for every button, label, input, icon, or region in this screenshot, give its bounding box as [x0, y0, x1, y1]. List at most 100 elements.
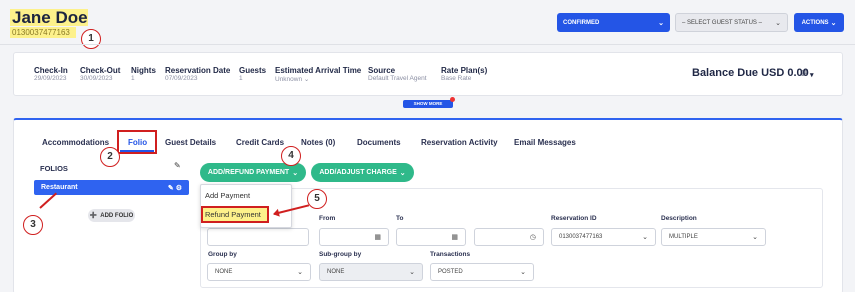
actions-button[interactable]: ACTIONS ⌄	[794, 13, 844, 32]
folio-item-restaurant[interactable]: Restaurant ✎ ⚙	[34, 180, 189, 195]
transactions-select[interactable]: POSTED ⌄	[430, 263, 534, 281]
description-select[interactable]: MULTIPLE ⌄	[661, 228, 766, 246]
folios-heading: FOLIOS	[40, 164, 68, 173]
chevron-down-icon: ⌄	[752, 234, 758, 241]
description-value: MULTIPLE	[669, 234, 698, 240]
field-label: Nights	[131, 66, 156, 75]
active-tab-underline	[120, 150, 154, 152]
pencil-icon[interactable]: ✎	[168, 185, 174, 192]
field-label: Estimated Arrival Time	[275, 66, 362, 75]
callout-1: 1	[81, 29, 101, 49]
summary-check-in: Check-In 29/09/2023	[34, 66, 68, 82]
field-label: Check-Out	[80, 66, 121, 75]
chevron-down-icon: ⌄	[409, 269, 415, 276]
guest-status-select[interactable]: – SELECT GUEST STATUS – ⌄	[675, 13, 788, 32]
plus-icon: ➕	[89, 213, 98, 219]
tab-folio[interactable]: Folio	[128, 138, 147, 147]
chevron-down-icon: ▾	[808, 72, 814, 79]
tab-notes[interactable]: Notes (0)	[301, 138, 335, 147]
time-input[interactable]: ◷	[474, 228, 544, 246]
summary-guests: Guests 1	[239, 66, 266, 82]
reservation-status-select[interactable]: CONFIRMED ⌄	[557, 13, 670, 32]
chevron-down-icon: ⌄	[297, 269, 303, 276]
field-label: Reservation Date	[165, 66, 231, 75]
field-value: 1	[239, 75, 243, 82]
from-label: From	[319, 215, 336, 222]
pencil-icon[interactable]: ✎	[174, 161, 181, 170]
chevron-down-icon: ⌄	[642, 234, 648, 241]
chevron-down-icon: ⌄	[292, 169, 299, 177]
description-label: Description	[661, 215, 697, 222]
field-value: Unknown ⌄	[275, 76, 310, 83]
menu-item-add-payment[interactable]: Add Payment	[205, 191, 250, 200]
transactions-value: POSTED	[438, 269, 463, 275]
reservation-id-value: 0130037477163	[559, 234, 603, 240]
calendar-icon[interactable]: ▦	[374, 233, 381, 241]
transactions-label: Transactions	[430, 251, 471, 258]
clock-icon[interactable]: ◷	[530, 233, 536, 241]
summary-rate-plans: Rate Plan(s) Base Rate	[441, 66, 487, 82]
subgroup-by-value: NONE	[327, 269, 345, 275]
callout-5: 5	[307, 189, 327, 209]
tab-documents[interactable]: Documents	[357, 138, 401, 147]
chevron-down-icon: ⌄	[399, 169, 406, 177]
field-label: Source	[368, 66, 396, 75]
callout-3: 3	[23, 215, 43, 235]
summary-source: Source Default Travel Agent	[368, 66, 427, 82]
chevron-down-icon: ⌄	[303, 76, 310, 83]
field-label: Rate Plan(s)	[441, 66, 488, 75]
from-date-input[interactable]: ▦	[319, 228, 389, 246]
field-value: 07/09/2023	[165, 75, 198, 82]
actions-label: ACTIONS	[801, 19, 829, 26]
field-label: Check-In	[34, 66, 68, 75]
gear-icon[interactable]: ⚙	[176, 185, 182, 192]
tab-accommodations[interactable]: Accommodations	[42, 138, 109, 147]
summary-arrival-time[interactable]: Estimated Arrival Time Unknown ⌄	[275, 66, 361, 83]
guest-status-placeholder: – SELECT GUEST STATUS –	[682, 19, 762, 26]
folio-item-label: Restaurant	[41, 184, 78, 191]
to-date-input[interactable]: ▦	[396, 228, 466, 246]
tab-email-messages[interactable]: Email Messages	[514, 138, 576, 147]
field-value: 30/09/2023	[80, 75, 113, 82]
summary-nights: Nights 1	[131, 66, 156, 82]
summary-check-out: Check-Out 30/09/2023	[80, 66, 120, 82]
calendar-icon[interactable]: ▦	[451, 233, 458, 241]
subgroup-by-label: Sub-group by	[319, 251, 362, 258]
reservation-status-value: CONFIRMED	[563, 19, 600, 26]
group-by-value: NONE	[215, 269, 233, 275]
tab-credit-cards[interactable]: Credit Cards	[236, 138, 284, 147]
to-label: To	[396, 215, 404, 222]
reservation-number: 0130037477163	[10, 27, 76, 38]
chevron-down-icon: ⌄	[775, 19, 781, 27]
header-divider	[0, 44, 855, 45]
balance-due: Balance Due USD 0.00	[692, 67, 809, 79]
add-refund-payment-label: ADD/REFUND PAYMENT	[207, 169, 290, 176]
add-adjust-charge-button[interactable]: ADD/ADJUST CHARGE ⌄	[311, 163, 414, 182]
callout-4: 4	[281, 146, 301, 166]
group-by-label: Group by	[208, 251, 237, 258]
menu-item-refund-payment[interactable]: Refund Payment	[201, 206, 269, 223]
field-value: 29/09/2023	[34, 75, 67, 82]
add-folio-button[interactable]: ➕ ADD FOLIO	[88, 209, 135, 222]
show-more-button[interactable]: SHOW MORE	[403, 100, 453, 108]
tab-guest-details[interactable]: Guest Details	[165, 138, 216, 147]
guest-name: Jane Doe	[10, 8, 88, 27]
summary-reservation-date: Reservation Date 07/09/2023	[165, 66, 230, 82]
subgroup-by-select[interactable]: NONE ⌄	[319, 263, 423, 281]
group-by-select[interactable]: NONE ⌄	[207, 263, 311, 281]
reservation-id-label: Reservation ID	[551, 215, 597, 222]
field-value: 1	[131, 75, 135, 82]
chevron-down-icon: ⌄	[520, 269, 526, 276]
chevron-down-icon: ⌄	[830, 19, 837, 27]
reservation-id-select[interactable]: 0130037477163 ⌄	[551, 228, 656, 246]
notification-dot	[450, 97, 455, 102]
add-folio-label: ADD FOLIO	[100, 212, 134, 219]
date-filter-input[interactable]	[207, 228, 309, 246]
field-value: Base Rate	[441, 75, 472, 82]
callout-2: 2	[100, 147, 120, 167]
menu-icon[interactable]: ≡ ▾	[801, 66, 813, 80]
tab-reservation-activity[interactable]: Reservation Activity	[421, 138, 498, 147]
field-value: Default Travel Agent	[368, 75, 427, 82]
chevron-down-icon: ⌄	[658, 19, 664, 27]
field-label: Guests	[239, 66, 267, 75]
